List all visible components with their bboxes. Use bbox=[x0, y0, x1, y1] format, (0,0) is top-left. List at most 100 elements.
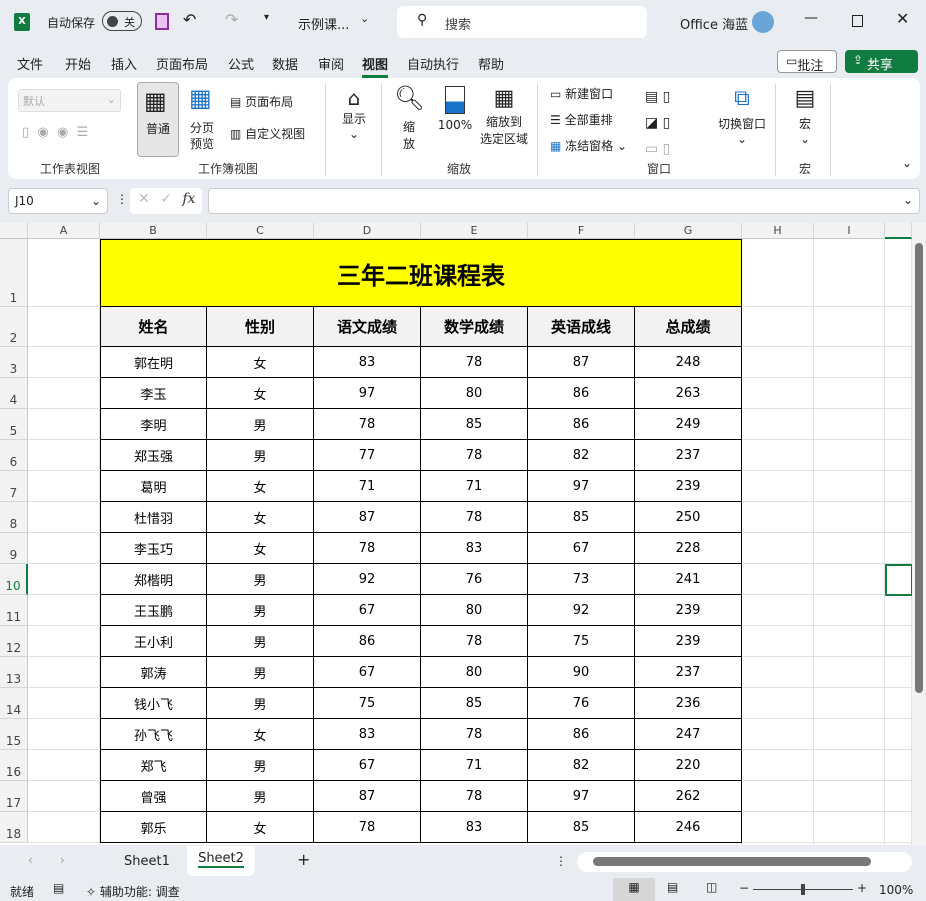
formula-options-icon[interactable]: ⋮ bbox=[116, 192, 128, 206]
zoom-100-button[interactable]: 100% bbox=[436, 86, 474, 132]
table-cell[interactable]: 67 bbox=[314, 657, 421, 688]
sheet-view-dropdown[interactable]: 默认 ⌄ bbox=[18, 89, 121, 112]
table-cell[interactable]: 77 bbox=[314, 440, 421, 471]
table-cell[interactable]: 97 bbox=[528, 781, 635, 812]
table-cell[interactable]: 78 bbox=[421, 719, 528, 750]
table-cell[interactable]: 83 bbox=[314, 347, 421, 378]
table-cell[interactable]: 男 bbox=[207, 409, 314, 440]
sheet-tab-sheet2[interactable]: Sheet2 bbox=[187, 846, 255, 876]
row-header-8[interactable]: 8 bbox=[0, 502, 28, 533]
minimize-button[interactable]: — bbox=[804, 10, 818, 26]
column-header-e[interactable]: E bbox=[421, 223, 528, 239]
save-icon[interactable] bbox=[155, 13, 169, 30]
table-cell[interactable]: 男 bbox=[207, 781, 314, 812]
table-cell[interactable]: 241 bbox=[635, 564, 742, 595]
tab-splitter-icon[interactable]: ⋮ bbox=[555, 854, 567, 868]
page-break-status-button[interactable]: ◫ bbox=[706, 880, 717, 894]
table-cell[interactable]: 83 bbox=[314, 719, 421, 750]
table-cell[interactable]: 87 bbox=[528, 347, 635, 378]
sheet-tab-sheet1[interactable]: Sheet1 bbox=[124, 854, 170, 869]
table-cell[interactable]: 239 bbox=[635, 626, 742, 657]
table-cell[interactable]: 男 bbox=[207, 626, 314, 657]
horizontal-scrollbar[interactable] bbox=[577, 852, 912, 872]
name-box[interactable]: J10 ⌄ bbox=[8, 188, 108, 214]
table-cell[interactable]: 女 bbox=[207, 378, 314, 409]
row-header-9[interactable]: 9 bbox=[0, 533, 28, 564]
worksheet-grid[interactable]: A B C D E F G H I 1 2 3 4 5 6 7 8 9 10 11 12 13 14 15 16 17 18 三年二班… bbox=[0, 223, 912, 845]
zoom-to-selection-button[interactable]: ▦ 缩放到 选定区域 bbox=[477, 86, 531, 147]
macros-button[interactable]: ▤ 宏 ⌄ bbox=[788, 86, 822, 146]
table-cell[interactable]: 78 bbox=[421, 440, 528, 471]
table-cell[interactable]: 男 bbox=[207, 657, 314, 688]
table-cell[interactable]: 王玉鹏 bbox=[100, 595, 207, 626]
window-small-icons[interactable]: ▤ ▯ ◪ ▯ ▭ ▯ bbox=[645, 84, 670, 162]
table-cell[interactable]: 86 bbox=[528, 719, 635, 750]
table-cell[interactable]: 76 bbox=[421, 564, 528, 595]
normal-view-button[interactable]: ▦ 普通 bbox=[137, 82, 179, 157]
row-header-13[interactable]: 13 bbox=[0, 657, 28, 688]
table-cell[interactable]: 237 bbox=[635, 657, 742, 688]
table-cell[interactable]: 97 bbox=[528, 471, 635, 502]
table-cell[interactable]: 80 bbox=[421, 657, 528, 688]
table-cell[interactable]: 82 bbox=[528, 440, 635, 471]
formula-input[interactable]: ⌄ bbox=[208, 188, 920, 214]
table-cell[interactable]: 女 bbox=[207, 719, 314, 750]
table-cell[interactable]: 86 bbox=[528, 409, 635, 440]
page-break-preview-button[interactable]: ▦ 分页 预览 bbox=[187, 84, 219, 154]
table-cell[interactable]: 92 bbox=[528, 595, 635, 626]
table-cell[interactable]: 男 bbox=[207, 688, 314, 719]
maximize-button[interactable] bbox=[852, 15, 863, 27]
table-cell[interactable]: 李玉 bbox=[100, 378, 207, 409]
table-cell[interactable]: 262 bbox=[635, 781, 742, 812]
table-cell[interactable]: 87 bbox=[314, 502, 421, 533]
table-cell[interactable]: 郑飞 bbox=[100, 750, 207, 781]
vertical-scrollbar[interactable] bbox=[912, 223, 926, 845]
autosave-toggle[interactable]: 关 bbox=[102, 11, 142, 31]
column-header-i[interactable]: I bbox=[814, 223, 885, 239]
cancel-icon[interactable]: ✕ bbox=[138, 191, 150, 207]
table-cell[interactable]: 236 bbox=[635, 688, 742, 719]
table-cell[interactable]: 郭乐 bbox=[100, 812, 207, 843]
row-header-11[interactable]: 11 bbox=[0, 595, 28, 626]
insert-function-button[interactable]: fx bbox=[182, 191, 195, 207]
table-cell[interactable]: 87 bbox=[314, 781, 421, 812]
accessibility-button[interactable]: ✧ 辅助功能: 调查 bbox=[86, 883, 180, 900]
column-header-c[interactable]: C bbox=[207, 223, 314, 239]
row-header-18[interactable]: 18 bbox=[0, 812, 28, 843]
row-header-6[interactable]: 6 bbox=[0, 440, 28, 471]
page-layout-status-button[interactable]: ▤ bbox=[667, 880, 678, 894]
tab-view[interactable]: 视图 bbox=[362, 54, 389, 78]
row-header-10[interactable]: 10 bbox=[0, 564, 28, 595]
tab-help[interactable]: 帮助 bbox=[478, 54, 504, 73]
add-sheet-button[interactable]: + bbox=[297, 850, 310, 869]
table-cell[interactable]: 67 bbox=[314, 595, 421, 626]
table-cell[interactable]: 228 bbox=[635, 533, 742, 564]
table-cell[interactable]: 王小利 bbox=[100, 626, 207, 657]
table-cell[interactable]: 葛明 bbox=[100, 471, 207, 502]
table-cell[interactable]: 男 bbox=[207, 440, 314, 471]
table-cell[interactable]: 250 bbox=[635, 502, 742, 533]
table-cell[interactable]: 239 bbox=[635, 471, 742, 502]
table-cell[interactable]: 杜惜羽 bbox=[100, 502, 207, 533]
table-cell[interactable]: 曾强 bbox=[100, 781, 207, 812]
comments-button[interactable]: ▭ 批注 bbox=[777, 50, 837, 74]
row-header-12[interactable]: 12 bbox=[0, 626, 28, 657]
macro-record-icon[interactable]: ▤ bbox=[53, 881, 64, 895]
table-cell[interactable]: 246 bbox=[635, 812, 742, 843]
table-cell[interactable]: 86 bbox=[528, 378, 635, 409]
table-cell[interactable]: 男 bbox=[207, 564, 314, 595]
row-header-3[interactable]: 3 bbox=[0, 347, 28, 378]
table-cell[interactable]: 249 bbox=[635, 409, 742, 440]
table-cell[interactable]: 男 bbox=[207, 750, 314, 781]
table-cell[interactable]: 李明 bbox=[100, 409, 207, 440]
column-header-d[interactable]: D bbox=[314, 223, 421, 239]
select-all-corner[interactable] bbox=[0, 223, 28, 239]
collapse-ribbon-icon[interactable]: ⌄ bbox=[902, 156, 912, 170]
tab-home[interactable]: 开始 bbox=[65, 54, 91, 73]
table-cell[interactable]: 85 bbox=[421, 688, 528, 719]
row-header-14[interactable]: 14 bbox=[0, 688, 28, 719]
table-cell[interactable]: 85 bbox=[528, 502, 635, 533]
table-cell[interactable]: 75 bbox=[314, 688, 421, 719]
column-header-g[interactable]: G bbox=[635, 223, 742, 239]
prev-sheet-icon[interactable]: ‹ bbox=[28, 853, 33, 867]
